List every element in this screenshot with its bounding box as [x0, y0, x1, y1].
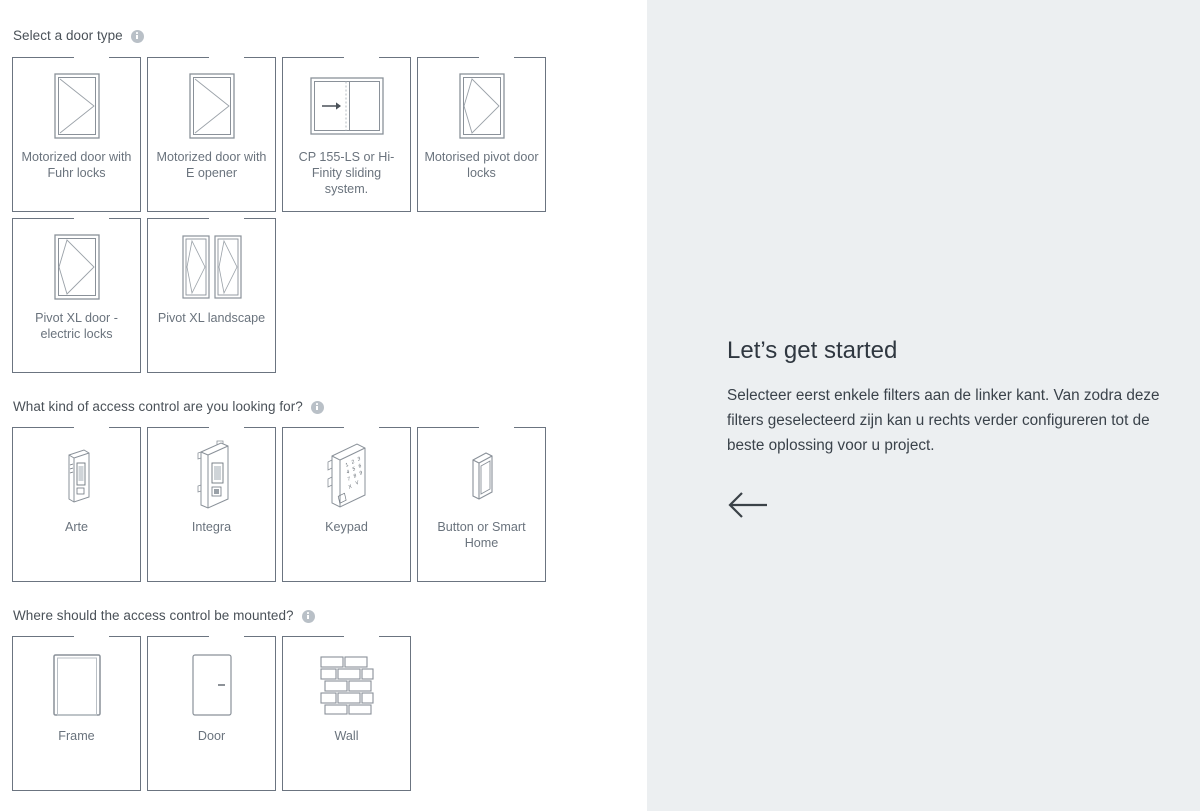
card-top-right-rule: [379, 636, 412, 638]
hinged-door-icon: [148, 63, 275, 149]
card-label: CP 155-LS or Hi-Finity sliding system.: [298, 150, 395, 196]
pivot-door-icon: [13, 224, 140, 310]
info-icon[interactable]: [310, 400, 324, 414]
info-panel-title: Let’s get started: [727, 337, 898, 364]
card-label: Pivot XL landscape: [157, 311, 266, 325]
card-button-or-smart-home[interactable]: Button or Smart Home: [416, 427, 547, 582]
card-top-right-rule: [109, 218, 142, 220]
card-label: Integra: [191, 520, 232, 534]
card-cp155ls-hifinity-sliding[interactable]: CP 155-LS or Hi-Finity sliding system.: [281, 57, 412, 212]
card-top-left-rule: [416, 427, 479, 429]
card-top-left-rule: [146, 57, 209, 59]
card-label: Door: [197, 729, 226, 743]
card-top-right-rule: [514, 57, 547, 59]
section-heading-mounting: Where should the access control be mount…: [0, 608, 647, 624]
card-top-left-rule: [281, 427, 344, 429]
section-heading-label: Select a door type: [13, 28, 123, 43]
info-panel-content: Let’s get started Selecteer eerst enkele…: [727, 336, 1172, 520]
card-pivot-xl-door-electric-locks[interactable]: Pivot XL door - electric locks: [11, 218, 142, 373]
card-top-left-rule: [11, 57, 74, 59]
card-top-left-rule: [11, 427, 74, 429]
card-door[interactable]: Door: [146, 636, 277, 791]
hinged-door-icon: [13, 63, 140, 149]
integra-reader-icon: [148, 433, 275, 519]
card-top-right-rule: [379, 427, 412, 429]
arrow-left-icon: [727, 490, 771, 520]
info-panel-body: Selecteer eerst enkele filters aan de li…: [727, 387, 1160, 454]
arte-reader-icon: [13, 433, 140, 519]
card-label: Motorized door with E opener: [156, 150, 267, 180]
mounting-card-grid: Frame Door Wall: [0, 636, 560, 791]
brick-wall-icon: [283, 642, 410, 728]
card-frame[interactable]: Frame: [11, 636, 142, 791]
configurator-page: Select a door type Motorized door with F…: [0, 0, 1200, 811]
card-motorized-door-fuhr-locks[interactable]: Motorized door with Fuhr locks: [11, 57, 142, 212]
card-top-left-rule: [11, 636, 74, 638]
card-label: Button or Smart Home: [437, 520, 526, 550]
keypad-icon: 1 2 3 4 5 6 7 8 9 X V: [283, 433, 410, 519]
card-top-right-rule: [109, 636, 142, 638]
card-label: Pivot XL door - electric locks: [35, 311, 118, 341]
card-label: Frame: [58, 729, 95, 743]
section-heading-access-control: What kind of access control are you look…: [0, 399, 647, 415]
card-top-right-rule: [244, 636, 277, 638]
card-top-right-rule: [514, 427, 547, 429]
card-label: Wall: [334, 729, 359, 743]
filters-panel: Select a door type Motorized door with F…: [0, 0, 647, 811]
card-top-right-rule: [244, 427, 277, 429]
card-label: Motorized door with Fuhr locks: [21, 150, 132, 180]
card-keypad[interactable]: 1 2 3 4 5 6 7 8 9 X V Keypad: [281, 427, 412, 582]
card-top-right-rule: [244, 57, 277, 59]
card-top-left-rule: [11, 218, 74, 220]
button-smarthome-icon: [418, 433, 545, 519]
card-top-right-rule: [109, 427, 142, 429]
pivot-door-landscape-icon: [148, 224, 275, 310]
card-top-right-rule: [379, 57, 412, 59]
access-control-card-grid: Arte Integra 1 2 3 4 5 6 7 8 9 X V Keypa…: [0, 427, 560, 582]
card-top-left-rule: [146, 636, 209, 638]
info-panel: Let’s get started Selecteer eerst enkele…: [647, 0, 1200, 811]
card-motorized-door-e-opener[interactable]: Motorized door with E opener: [146, 57, 277, 212]
card-top-left-rule: [281, 57, 344, 59]
info-icon[interactable]: [301, 609, 315, 623]
section-heading-label: Where should the access control be mount…: [13, 608, 294, 623]
card-wall[interactable]: Wall: [281, 636, 412, 791]
info-icon[interactable]: [130, 29, 144, 43]
door-icon: [148, 642, 275, 728]
card-top-right-rule: [109, 57, 142, 59]
card-pivot-xl-landscape[interactable]: Pivot XL landscape: [146, 218, 277, 373]
card-arte[interactable]: Arte: [11, 427, 142, 582]
section-heading-label: What kind of access control are you look…: [13, 399, 303, 414]
card-top-left-rule: [146, 427, 209, 429]
section-heading-door-type: Select a door type: [0, 28, 647, 44]
pivot-door-icon: [418, 63, 545, 149]
card-top-right-rule: [244, 218, 277, 220]
card-top-left-rule: [146, 218, 209, 220]
card-motorised-pivot-door-locks[interactable]: Motorised pivot door locks: [416, 57, 547, 212]
card-label: Arte: [64, 520, 89, 534]
frame-icon: [13, 642, 140, 728]
card-label: Keypad: [325, 520, 368, 534]
card-top-left-rule: [281, 636, 344, 638]
door-type-card-grid: Motorized door with Fuhr locks Motorized…: [0, 57, 560, 373]
card-integra[interactable]: Integra: [146, 427, 277, 582]
sliding-door-icon: [283, 63, 410, 149]
card-label: Motorised pivot door locks: [424, 150, 539, 180]
card-top-left-rule: [416, 57, 479, 59]
